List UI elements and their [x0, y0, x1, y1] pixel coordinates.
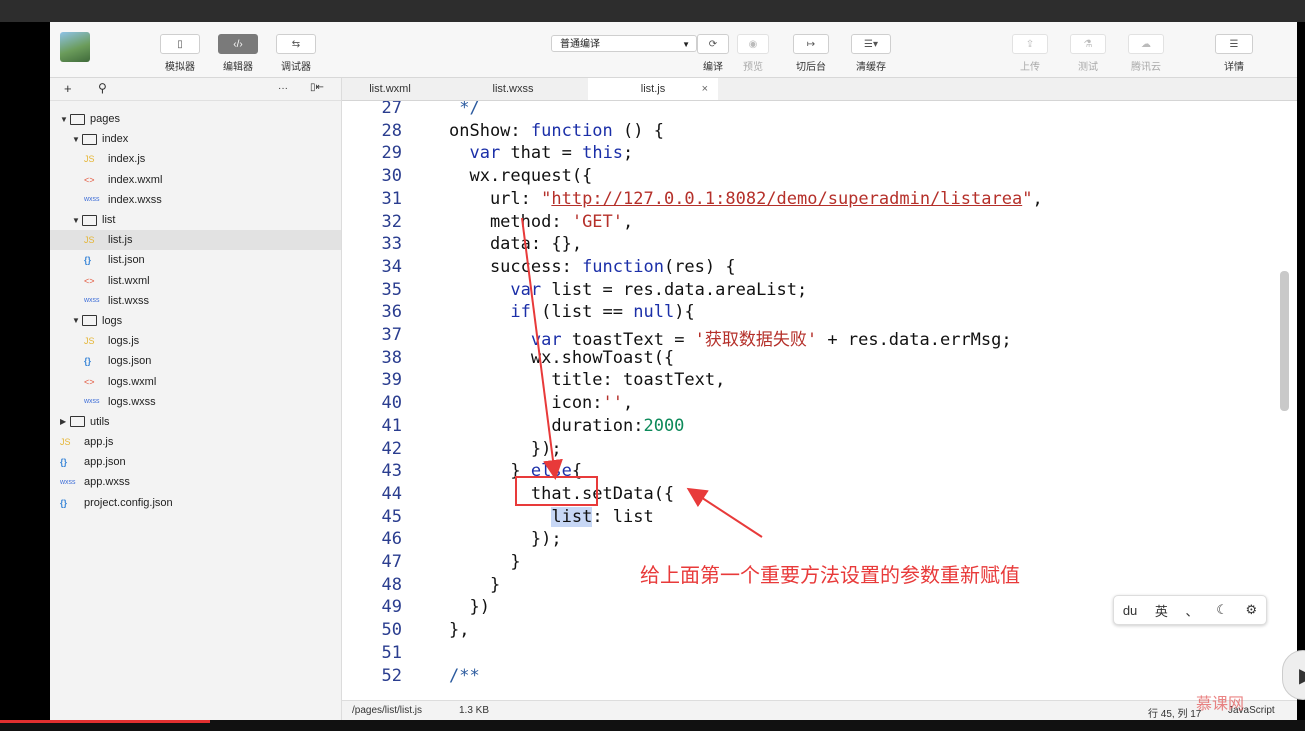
video-progress[interactable] [0, 720, 210, 723]
arrow-to-setdata [521, 217, 563, 480]
punct-icon[interactable]: 、 [1186, 601, 1199, 620]
moon-icon[interactable]: ☾ [1216, 602, 1228, 618]
settings-icon[interactable]: ⚙ [1245, 602, 1257, 618]
annotation-arrows [521, 217, 763, 538]
du-icon[interactable]: du [1123, 603, 1137, 618]
highlight-box [515, 476, 598, 506]
watermark-logo: 慕课网 [1196, 696, 1245, 713]
play-icon: ▶ [1299, 663, 1305, 688]
annotation-note: 给上面第一个重要方法设置的参数重新赋值 [640, 563, 1020, 587]
ime-toolbar: du 英、 ☾ ⚙ [1113, 595, 1267, 625]
arrow-from-note [686, 487, 763, 538]
lang-icon[interactable]: 英 [1155, 601, 1168, 620]
